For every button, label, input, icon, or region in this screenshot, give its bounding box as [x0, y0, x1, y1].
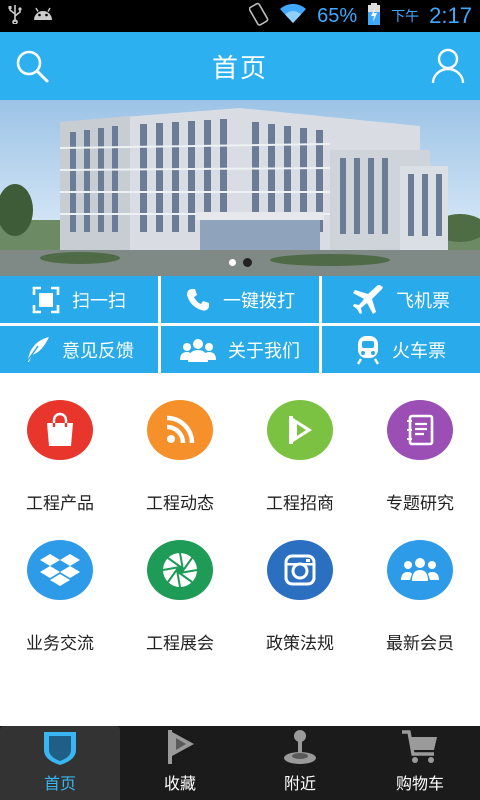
grid-item-members[interactable]: 最新会员 — [360, 514, 480, 654]
carousel-dot-active[interactable] — [243, 258, 252, 267]
feedback-label: 意见反馈 — [62, 340, 134, 362]
train-ticket-label: 火车票 — [392, 340, 446, 362]
flight-ticket-button[interactable]: 飞机票 — [322, 276, 480, 323]
grid-item-exhibition[interactable]: 工程展会 — [120, 514, 240, 654]
page-title: 首页 — [211, 53, 268, 84]
flag-icon — [168, 730, 194, 764]
nav-nearby[interactable]: 附近 — [240, 726, 360, 800]
about-us-label: 关于我们 — [228, 340, 300, 362]
nav-nearby-label: 附近 — [283, 774, 316, 793]
bottom-nav: 首页 收藏 附近 购物车 — [0, 726, 480, 800]
rotate-icon — [248, 2, 269, 30]
grid-item-research[interactable]: 专题研究 — [360, 374, 480, 514]
flight-ticket-label: 飞机票 — [396, 290, 450, 312]
grid-item-policy[interactable]: 政策法规 — [240, 514, 360, 654]
search-button[interactable] — [12, 46, 52, 86]
battery-icon — [367, 3, 381, 29]
usb-icon — [8, 4, 22, 28]
battery-percent: 65% — [317, 4, 358, 27]
cart-icon — [402, 730, 437, 763]
status-bar-right: 65% 下午 2:17 — [248, 2, 472, 30]
aperture-icon — [147, 540, 213, 600]
grid-item-exchange[interactable]: 业务交流 — [0, 514, 120, 654]
search-icon — [16, 50, 49, 83]
call-label: 一键拨打 — [223, 290, 295, 312]
camera-icon — [267, 540, 333, 600]
dropbox-icon — [27, 540, 93, 600]
android-icon — [32, 6, 54, 26]
grid-item-label: 专题研究 — [386, 494, 454, 514]
status-bar-left — [8, 4, 54, 28]
quick-actions: 扫一扫 一键拨打 飞机票 意见反馈 关于我们 火车票 — [0, 276, 480, 374]
feedback-button[interactable]: 意见反馈 — [0, 326, 158, 373]
call-button[interactable]: 一键拨打 — [161, 276, 319, 323]
grid-item-label: 工程动态 — [146, 494, 214, 514]
grid-item-label: 政策法规 — [266, 634, 334, 654]
nav-favorites[interactable]: 收藏 — [120, 726, 240, 800]
members-icon — [387, 540, 453, 600]
phone-icon — [187, 288, 209, 311]
people-icon — [180, 338, 216, 362]
nav-home[interactable]: 首页 — [0, 726, 120, 800]
status-bar: 65% 下午 2:17 — [0, 0, 480, 32]
home-shield-icon — [44, 732, 76, 765]
banner-carousel[interactable] — [0, 100, 480, 276]
about-us-button[interactable]: 关于我们 — [161, 326, 319, 373]
airplane-icon — [353, 284, 383, 314]
joystick-icon — [284, 730, 316, 764]
grid-item-label: 业务交流 — [26, 634, 94, 654]
train-icon — [356, 335, 380, 365]
wifi-icon — [279, 3, 307, 29]
clock-time: 2:17 — [429, 3, 472, 28]
flag-play-icon — [267, 400, 333, 460]
app-header: 首页 — [0, 32, 480, 100]
train-ticket-button[interactable]: 火车票 — [322, 326, 480, 373]
clock-ampm: 下午 — [391, 9, 420, 25]
scan-button[interactable]: 扫一扫 — [0, 276, 158, 323]
scan-icon — [32, 286, 60, 313]
grid-item-label: 工程招商 — [266, 494, 334, 514]
grid-item-label: 工程产品 — [26, 494, 94, 514]
carousel-dot[interactable] — [228, 258, 237, 267]
nav-cart-label: 购物车 — [395, 774, 444, 793]
user-button[interactable] — [428, 46, 468, 86]
nav-favorites-label: 收藏 — [163, 774, 196, 793]
grid-item-investment[interactable]: 工程招商 — [240, 374, 360, 514]
grid-item-products[interactable]: 工程产品 — [0, 374, 120, 514]
shopping-bag-icon — [27, 400, 93, 460]
grid-item-label: 最新会员 — [386, 634, 454, 654]
notebook-icon — [387, 400, 453, 460]
rss-icon — [147, 400, 213, 460]
scan-label: 扫一扫 — [72, 290, 126, 312]
carousel-indicator — [0, 258, 480, 267]
feather-icon — [25, 336, 49, 363]
banner-image — [0, 100, 480, 276]
grid-item-news[interactable]: 工程动态 — [120, 374, 240, 514]
grid-item-label: 工程展会 — [146, 634, 214, 654]
nav-cart[interactable]: 购物车 — [360, 726, 480, 800]
user-icon — [431, 48, 465, 84]
nav-home-label: 首页 — [43, 774, 76, 793]
